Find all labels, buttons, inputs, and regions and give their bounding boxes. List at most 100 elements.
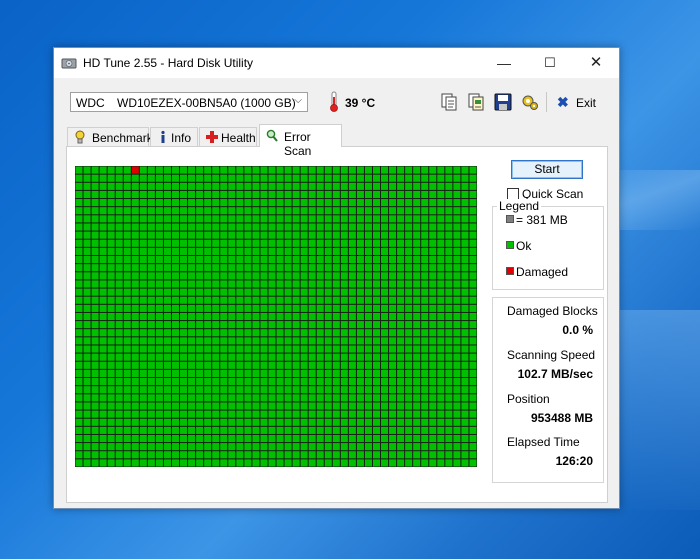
block-ok — [284, 272, 292, 280]
block-ok — [212, 386, 220, 394]
block-ok — [324, 182, 332, 190]
block-ok — [244, 215, 252, 223]
block-ok — [300, 255, 308, 264]
block-ok — [147, 394, 155, 402]
block-ok — [107, 296, 115, 304]
tab-health[interactable]: Health — [199, 127, 257, 146]
block-ok — [244, 174, 252, 182]
block-ok — [244, 304, 252, 312]
block-ok — [276, 386, 284, 394]
block-ok — [324, 239, 332, 247]
block-ok — [115, 182, 123, 190]
block-ok — [115, 337, 123, 345]
block-ok — [332, 304, 340, 312]
block-ok — [364, 312, 372, 321]
block-ok — [372, 434, 381, 443]
block-ok — [453, 369, 461, 378]
block-ok — [163, 264, 171, 272]
block-ok — [268, 426, 276, 434]
block-ok — [171, 443, 180, 451]
wallpaper-light-streak — [610, 310, 700, 510]
block-ok — [139, 215, 147, 223]
block-ok — [171, 280, 180, 288]
block-ok — [268, 304, 276, 312]
block-ok — [348, 337, 356, 345]
block-ok — [228, 312, 236, 321]
block-ok — [429, 337, 437, 345]
tab-error-scan[interactable]: Error Scan — [259, 124, 342, 158]
block-ok — [276, 174, 284, 182]
block-ok — [445, 337, 453, 345]
copy-text-icon[interactable] — [439, 92, 459, 112]
block-ok — [180, 304, 188, 312]
block-ok — [421, 434, 429, 443]
block-ok — [204, 190, 212, 199]
block-ok — [332, 182, 340, 190]
start-button[interactable]: Start — [511, 160, 583, 179]
block-ok — [252, 321, 260, 329]
block-ok — [308, 418, 316, 426]
block-ok — [461, 402, 469, 410]
block-ok — [228, 223, 236, 231]
block-ok — [308, 304, 316, 312]
block-ok — [204, 378, 212, 386]
block-ok — [453, 296, 461, 304]
save-icon[interactable] — [493, 92, 513, 112]
block-ok — [163, 190, 171, 199]
block-ok — [252, 288, 260, 296]
block-ok — [220, 451, 228, 459]
block-ok — [139, 418, 147, 426]
block-ok — [139, 426, 147, 434]
block-ok — [139, 199, 147, 207]
block-ok — [276, 451, 284, 459]
block-ok — [397, 402, 405, 410]
title-bar[interactable]: HD Tune 2.55 - Hard Disk Utility — ☐ ✕ — [54, 48, 619, 78]
block-ok — [292, 288, 300, 296]
block-ok — [123, 353, 131, 361]
block-ok — [260, 394, 268, 402]
tab-benchmark[interactable]: Benchmark — [67, 127, 153, 146]
tab-info[interactable]: Info — [150, 127, 198, 146]
block-ok — [276, 280, 284, 288]
block-ok — [115, 312, 123, 321]
block-ok — [453, 321, 461, 329]
block-ok — [139, 288, 147, 296]
block-ok — [91, 304, 99, 312]
block-ok — [171, 321, 180, 329]
block-ok — [356, 426, 364, 434]
block-ok — [83, 353, 91, 361]
minimize-button[interactable]: — — [481, 48, 527, 78]
block-ok — [236, 304, 244, 312]
block-ok — [147, 418, 155, 426]
block-ok — [316, 451, 324, 459]
block-ok — [453, 402, 461, 410]
close-button[interactable]: ✕ — [573, 48, 619, 78]
block-ok — [115, 215, 123, 223]
maximize-button[interactable]: ☐ — [527, 48, 573, 78]
options-icon[interactable] — [520, 92, 540, 112]
block-ok — [212, 394, 220, 402]
block-ok — [308, 182, 316, 190]
block-ok — [268, 321, 276, 329]
block-ok — [348, 443, 356, 451]
block-ok — [252, 410, 260, 418]
drive-select[interactable]: WDC WD10EZEX-00BN5A0 (1000 GB) ⌵ — [70, 92, 308, 112]
block-ok — [147, 190, 155, 199]
block-ok — [469, 434, 477, 443]
block-ok — [413, 174, 421, 182]
hdtune-window: HD Tune 2.55 - Hard Disk Utility — ☐ ✕ W… — [53, 47, 620, 509]
block-ok — [212, 166, 220, 174]
block-ok — [260, 345, 268, 353]
block-ok — [308, 312, 316, 321]
copy-info-icon[interactable] — [466, 92, 486, 112]
block-ok — [147, 402, 155, 410]
block-ok — [300, 345, 308, 353]
block-ok — [308, 402, 316, 410]
block-ok — [372, 223, 381, 231]
block-ok — [115, 199, 123, 207]
block-ok — [453, 386, 461, 394]
block-ok — [155, 280, 163, 288]
block-ok — [83, 459, 91, 467]
block-ok — [244, 410, 252, 418]
block-ok — [397, 459, 405, 467]
